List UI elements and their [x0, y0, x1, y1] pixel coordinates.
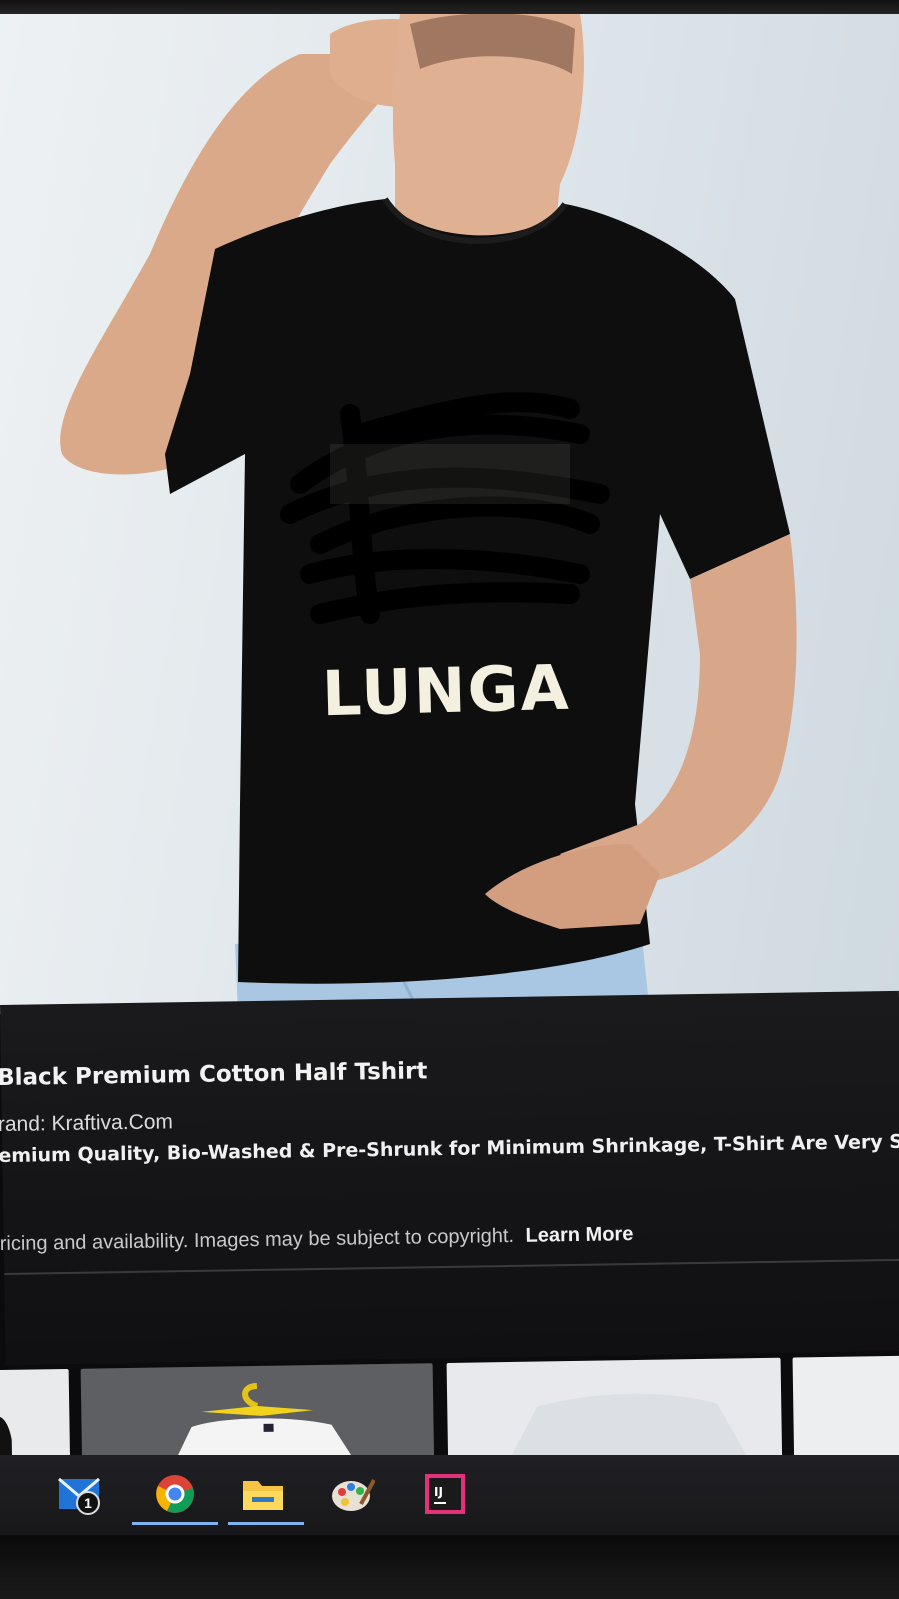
intellij-icon[interactable]: IJ: [422, 1471, 468, 1517]
monitor-bezel-bottom: [0, 1535, 899, 1599]
product-image[interactable]: LUNGA: [0, 14, 899, 1014]
chrome-icon[interactable]: [152, 1471, 198, 1517]
shirt-print-text: LUNGA: [321, 650, 572, 731]
explorer-active-indicator: [228, 1522, 304, 1525]
product-description: emium Quality, Bio-Washed & Pre-Shrunk f…: [0, 1130, 899, 1168]
mail-badge: 1: [76, 1491, 100, 1515]
related-image-3[interactable]: [446, 1357, 783, 1463]
model-illustration: [60, 14, 797, 1014]
paint-icon[interactable]: [330, 1471, 376, 1517]
learn-more-link[interactable]: Learn More: [525, 1223, 633, 1247]
related-images-strip: [0, 1316, 899, 1471]
mail-icon[interactable]: 1: [56, 1471, 102, 1517]
file-explorer-icon[interactable]: [240, 1471, 286, 1517]
windows-taskbar: 1 IJ: [0, 1455, 899, 1535]
chrome-active-indicator: [132, 1522, 218, 1525]
related-image-2[interactable]: [80, 1363, 435, 1469]
product-title[interactable]: Black Premium Cotton Half Tshirt: [0, 1058, 428, 1091]
divider: [4, 1258, 899, 1275]
related-image-4[interactable]: [792, 1355, 899, 1458]
copyright-notice: ricing and availability. Images may be s…: [0, 1223, 634, 1256]
product-info-panel: Black Premium Cotton Half Tshirt rand: K…: [0, 990, 899, 1365]
product-brand: rand: Kraftiva.Com: [0, 1110, 174, 1137]
copyright-notice-text: ricing and availability. Images may be s…: [0, 1224, 515, 1256]
intellij-label: IJ: [434, 1485, 443, 1499]
